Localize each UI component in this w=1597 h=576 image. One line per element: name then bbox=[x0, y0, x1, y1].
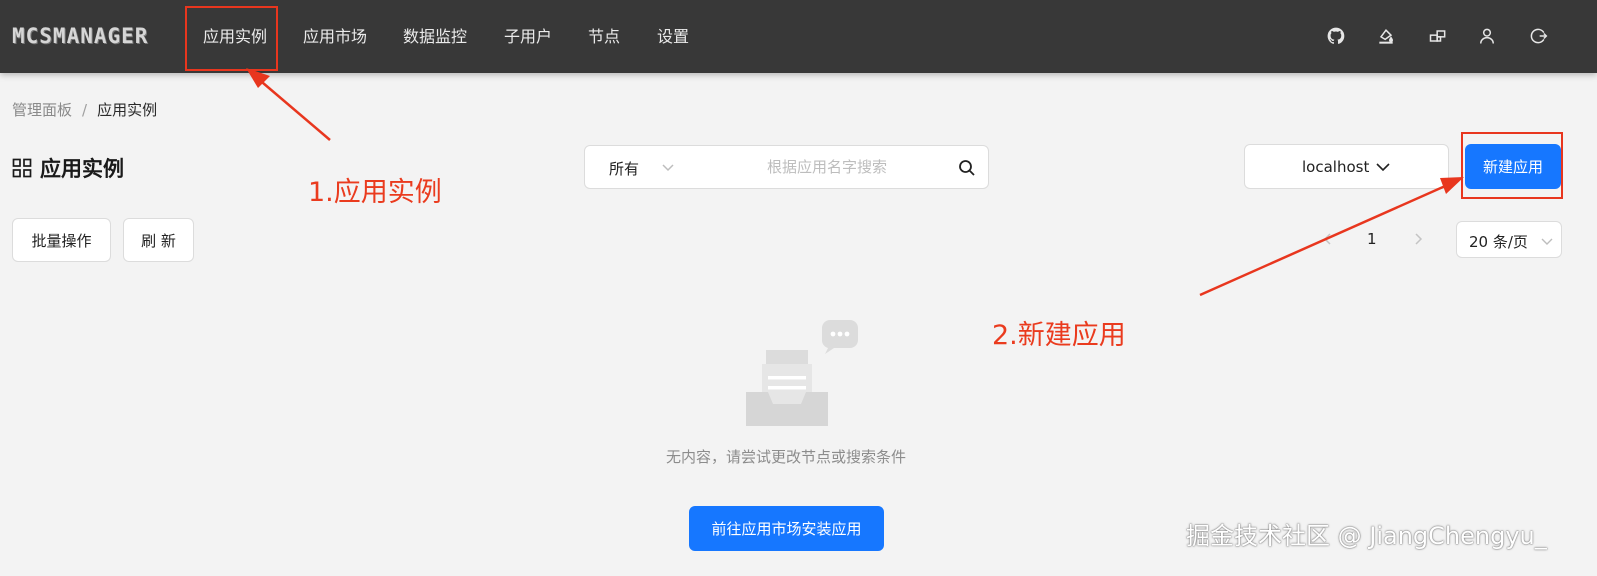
status-filter-select[interactable]: 所有 bbox=[584, 145, 687, 189]
nav-item-subusers[interactable]: 子用户 bbox=[504, 0, 552, 73]
app-grid-icon bbox=[12, 158, 32, 178]
annotation-box-new-button bbox=[1461, 132, 1563, 199]
node-select[interactable]: localhost bbox=[1244, 144, 1449, 189]
current-page-number[interactable]: 1 bbox=[1367, 230, 1377, 248]
search-box bbox=[686, 145, 989, 189]
empty-message: 无内容，请尝试更改节点或搜索条件 bbox=[665, 448, 906, 466]
nav-item-market[interactable]: 应用市场 bbox=[303, 0, 367, 73]
breadcrumb: 管理面板 / 应用实例 bbox=[12, 99, 157, 120]
nav-item-settings[interactable]: 设置 bbox=[657, 0, 689, 73]
nav-item-nodes[interactable]: 节点 bbox=[588, 0, 620, 73]
breadcrumb-separator: / bbox=[82, 101, 88, 119]
status-filter-value: 所有 bbox=[609, 160, 640, 178]
breadcrumb-root[interactable]: 管理面板 bbox=[12, 101, 72, 119]
breadcrumb-current: 应用实例 bbox=[97, 101, 158, 119]
watermark: 掘金技术社区 @ JiangChengyu_ bbox=[1186, 522, 1547, 550]
github-icon[interactable] bbox=[1326, 26, 1346, 46]
chevron-down-icon bbox=[1375, 159, 1391, 175]
prev-page-icon[interactable] bbox=[1320, 231, 1336, 247]
annotation-arrows bbox=[246, 68, 1464, 297]
annotation-step2: 2.新建应用 bbox=[992, 320, 1126, 351]
page-title: 应用实例 bbox=[40, 157, 124, 181]
mcsmanager-logo[interactable]: MCSMANAGER bbox=[12, 24, 148, 50]
theme-brush-icon[interactable] bbox=[1376, 26, 1396, 46]
empty-inbox-icon bbox=[740, 316, 862, 428]
goto-market-button[interactable]: 前往应用市场安装应用 bbox=[689, 506, 884, 551]
chevron-down-icon bbox=[660, 159, 676, 175]
page-size-select[interactable]: 20 条/页 bbox=[1456, 221, 1562, 258]
nav-item-monitor[interactable]: 数据监控 bbox=[403, 0, 467, 73]
user-icon[interactable] bbox=[1477, 26, 1497, 46]
logout-icon[interactable] bbox=[1528, 26, 1548, 46]
next-page-icon[interactable] bbox=[1410, 231, 1426, 247]
annotation-box-instances bbox=[185, 6, 278, 71]
node-select-value: localhost bbox=[1302, 158, 1370, 176]
refresh-button[interactable]: 刷 新 bbox=[123, 218, 194, 262]
page-size-value: 20 条/页 bbox=[1469, 233, 1528, 251]
search-icon[interactable] bbox=[958, 159, 976, 177]
batch-operation-button[interactable]: 批量操作 bbox=[12, 218, 111, 262]
chevron-down-icon bbox=[1540, 233, 1554, 247]
layout-icon[interactable] bbox=[1428, 26, 1448, 46]
search-input[interactable] bbox=[687, 147, 947, 187]
annotation-step1: 1.应用实例 bbox=[308, 177, 442, 208]
